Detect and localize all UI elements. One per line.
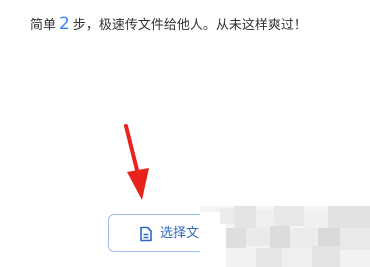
blurred-region xyxy=(200,206,370,267)
red-arrow-icon xyxy=(124,124,149,200)
intro-prefix: 简单 xyxy=(30,18,57,33)
file-icon xyxy=(140,226,152,242)
intro-suffix: 步，极速传文件给他人。从未这样爽过！ xyxy=(72,18,307,33)
intro-text: 简单 2 步，极速传文件给他人。从未这样爽过！ xyxy=(30,12,307,38)
select-file-label: 选择文 xyxy=(160,226,200,241)
step-count: 2 xyxy=(59,14,70,34)
